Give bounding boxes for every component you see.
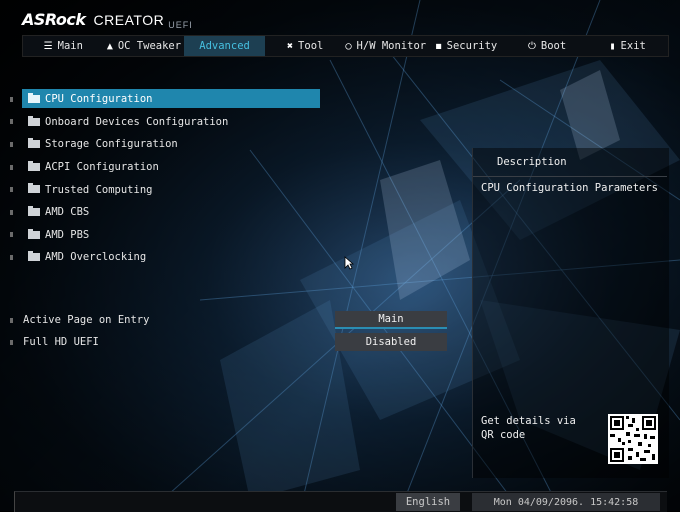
folder-icon (28, 93, 40, 103)
tab-main[interactable]: ☰ Main (23, 36, 104, 56)
menu-item-label: CPU Configuration (45, 93, 153, 106)
menu-item-amd-pbs[interactable]: AMD PBS (8, 224, 328, 247)
tab-label: Advanced (199, 40, 250, 52)
tab-boot[interactable]: ⏻ Boot (507, 36, 588, 56)
bullet-icon (10, 317, 13, 323)
folder-icon (28, 115, 40, 126)
bullet-icon (10, 232, 13, 238)
list-icon: ☰ (43, 40, 53, 52)
menu-item-label: AMD PBS (45, 228, 90, 241)
shield-icon: ◼ (435, 40, 442, 52)
tab-label: Security (446, 40, 498, 52)
folder-icon (28, 228, 40, 239)
logo-product: CREATOR (93, 12, 165, 28)
menu-item-storage-configuration[interactable]: Storage Configuration (8, 133, 328, 156)
menu-item-label: Onboard Devices Configuration (45, 115, 229, 128)
folder-icon (28, 251, 40, 262)
qr-code-icon (608, 414, 658, 464)
gauge-icon: ◯ (345, 40, 352, 52)
tab-oc-tweaker[interactable]: ▲ OC Tweaker (104, 36, 185, 56)
setting-label: Active Page on Entry (23, 314, 150, 326)
menu-item-label: AMD CBS (45, 206, 90, 219)
tools-icon: ✖ (287, 40, 294, 52)
menu-item-amd-cbs[interactable]: AMD CBS (8, 201, 328, 224)
menu-item-acpi-configuration[interactable]: ACPI Configuration (8, 156, 328, 179)
bullet-icon (10, 96, 13, 102)
setting-full-hd-uefi: Full HD UEFI Disabled (8, 333, 448, 351)
asrock-logo: ASRock CREATOR UEFI (22, 10, 193, 30)
mouse-cursor-icon (344, 256, 354, 270)
door-icon: ▮ (609, 40, 616, 52)
menu-item-label: Storage Configuration (45, 138, 178, 151)
tab-exit[interactable]: ▮ Exit (587, 36, 668, 56)
divider (473, 176, 667, 177)
menu-item-onboard-devices-configuration[interactable]: Onboard Devices Configuration (8, 111, 328, 134)
bullet-icon (10, 209, 13, 215)
setting-label: Full HD UEFI (23, 336, 99, 348)
menu-item-label: Trusted Computing (45, 183, 153, 196)
logo-uefi: UEFI (168, 20, 193, 30)
folder-icon (28, 183, 40, 194)
tab-label: H/W Monitor (356, 40, 427, 52)
folder-icon (28, 138, 40, 149)
folder-icon (28, 160, 40, 171)
tab-label: Tool (298, 40, 324, 52)
tab-advanced[interactable]: Advanced (184, 36, 265, 56)
logo-brand: ASRock (22, 10, 86, 29)
bullet-icon (10, 339, 13, 345)
menu-item-trusted-computing[interactable]: Trusted Computing (8, 178, 328, 201)
tab-label: OC Tweaker (117, 40, 182, 52)
bullet-icon (10, 254, 13, 260)
bullet-icon (10, 164, 13, 170)
full-hd-uefi-select[interactable]: Disabled (335, 333, 447, 351)
main-tabs: ☰ Main ▲ OC Tweaker Advanced ✖ Tool ◯ H/… (22, 35, 669, 57)
tab-tool[interactable]: ✖ Tool (265, 36, 346, 56)
bullet-icon (10, 141, 13, 147)
menu-item-label: AMD Overclocking (45, 251, 147, 264)
qr-caption: Get details via QR code (481, 415, 576, 441)
menu-item-amd-overclocking[interactable]: AMD Overclocking (8, 246, 328, 269)
power-icon: ⏻ (527, 40, 536, 52)
folder-icon (28, 205, 40, 216)
tab-security[interactable]: ◼ Security (426, 36, 507, 56)
tab-label: Exit (620, 40, 646, 52)
tab-label: Boot (540, 40, 567, 52)
tab-hw-monitor[interactable]: ◯ H/W Monitor (346, 36, 427, 56)
language-button[interactable]: English (396, 493, 460, 511)
menu-item-label: ACPI Configuration (45, 161, 159, 174)
bullet-icon (10, 119, 13, 125)
description-title: Description (497, 156, 567, 168)
flame-icon: ▲ (106, 40, 113, 52)
description-text: CPU Configuration Parameters (481, 182, 659, 194)
bullet-icon (10, 187, 13, 193)
datetime-display: Mon 04/09/2096. 15:42:58 (472, 493, 660, 511)
qr-code (608, 414, 658, 464)
description-panel: Description CPU Configuration Parameters… (472, 148, 669, 478)
active-page-on-entry-select[interactable]: Main (335, 311, 447, 329)
advanced-menu: CPU Configuration Onboard Devices Config… (8, 88, 328, 269)
setting-active-page-on-entry: Active Page on Entry Main (8, 311, 448, 329)
menu-item-cpu-configuration[interactable]: CPU Configuration (8, 88, 328, 111)
tab-label: Main (57, 40, 83, 52)
